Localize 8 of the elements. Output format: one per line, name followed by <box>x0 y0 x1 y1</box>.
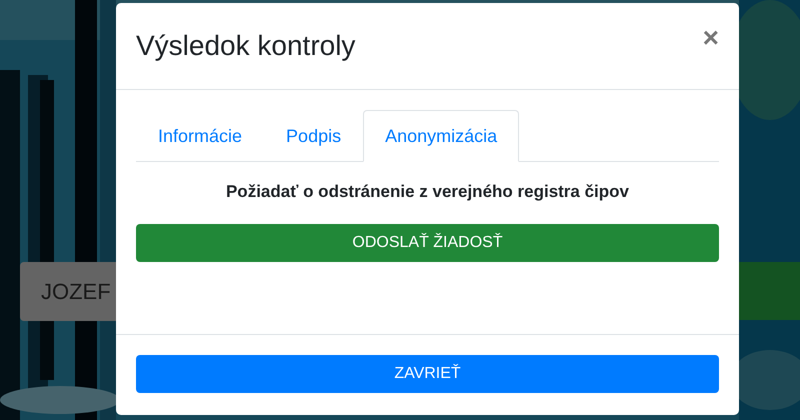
tab[interactable]: Anonymizácia <box>363 110 520 162</box>
submit-button[interactable]: ODOSLAŤ ŽIADOSŤ <box>136 224 719 262</box>
modal-title: Výsledok kontroly <box>136 30 356 62</box>
tab[interactable]: Podpis <box>264 110 364 162</box>
section-heading: Požiadať o odstránenie z verejného registra čipov <box>224 182 630 202</box>
close-button[interactable]: ZAVRIEŤ <box>136 355 719 393</box>
close-button[interactable]: × <box>702 24 719 52</box>
tab[interactable]: Informácie <box>136 110 264 162</box>
